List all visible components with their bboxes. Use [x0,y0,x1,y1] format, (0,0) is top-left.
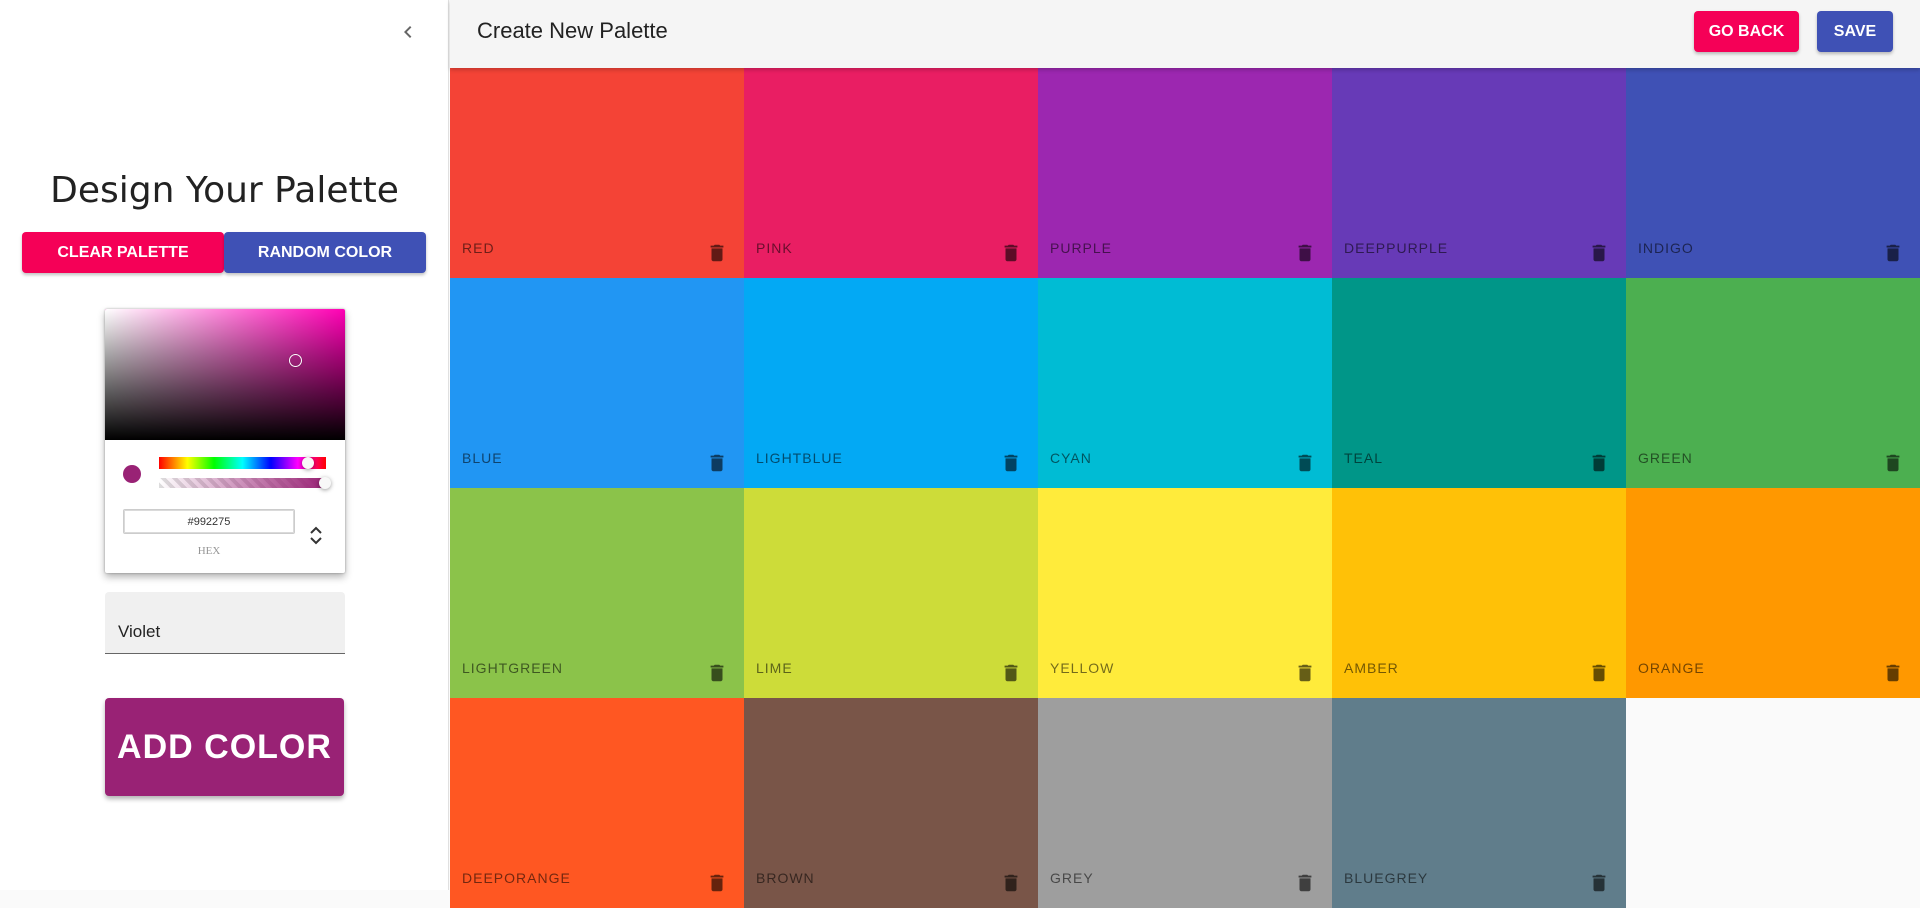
random-color-button[interactable]: RANDOM COLOR [224,232,426,273]
color-box[interactable]: lightblue [744,278,1038,488]
delete-icon[interactable] [1000,242,1022,264]
color-box-name: lime [756,660,793,676]
color-box-name: purple [1050,240,1113,256]
color-name-field[interactable] [105,592,345,654]
color-name-input[interactable] [118,622,328,642]
color-box[interactable]: red [450,68,744,278]
color-box-name: indigo [1638,240,1694,256]
unfold-toggle-icon[interactable] [308,523,324,547]
clear-palette-button[interactable]: CLEAR PALETTE [22,232,224,273]
color-box-name: deeporange [462,870,571,886]
color-box[interactable]: deeporange [450,698,744,908]
add-color-button[interactable]: ADD COLOR [105,698,344,796]
color-box-name: yellow [1050,660,1115,676]
delete-icon[interactable] [1588,452,1610,474]
delete-icon[interactable] [1588,872,1610,894]
color-box-name: red [462,240,495,256]
page-title: Create New Palette [477,18,668,43]
color-box-name: amber [1344,660,1399,676]
color-box[interactable]: pink [744,68,1038,278]
delete-icon[interactable] [1000,872,1022,894]
color-box-name: blue [462,450,503,466]
delete-icon[interactable] [1588,242,1610,264]
chevron-left-icon[interactable] [396,20,420,44]
app-bar: Create New Palette GO BACK SAVE [450,0,1920,68]
delete-icon[interactable] [1882,242,1904,264]
delete-icon[interactable] [1882,662,1904,684]
delete-icon[interactable] [1294,872,1316,894]
hex-input[interactable] [123,509,295,534]
color-box[interactable]: lightgreen [450,488,744,698]
color-box[interactable]: brown [744,698,1038,908]
color-box-name: orange [1638,660,1705,676]
color-box[interactable]: teal [1332,278,1626,488]
color-box[interactable]: blue [450,278,744,488]
drawer-header [0,0,448,64]
color-box[interactable]: deeppurple [1332,68,1626,278]
color-box[interactable]: bluegrey [1332,698,1626,908]
saturation-area[interactable] [105,309,345,440]
color-box-name: lightgreen [462,660,564,676]
delete-icon[interactable] [706,242,728,264]
delete-icon[interactable] [1294,452,1316,474]
color-box[interactable]: grey [1038,698,1332,908]
color-box-name: grey [1050,870,1094,886]
delete-icon[interactable] [706,452,728,474]
color-box[interactable]: indigo [1626,68,1920,278]
saturation-pointer[interactable] [289,354,302,367]
current-color-swatch [123,465,141,483]
hue-slider-knob[interactable] [302,457,314,469]
delete-icon[interactable] [1000,662,1022,684]
color-box-name: pink [756,240,793,256]
alpha-slider[interactable] [159,477,331,489]
color-picker: HEX [105,309,345,573]
save-button[interactable]: SAVE [1817,11,1893,52]
color-box-name: brown [756,870,815,886]
color-box[interactable]: cyan [1038,278,1332,488]
color-box-name: deeppurple [1344,240,1449,256]
color-box[interactable]: amber [1332,488,1626,698]
hue-slider[interactable] [159,457,326,469]
delete-icon[interactable] [1294,662,1316,684]
color-box-name: teal [1344,450,1384,466]
delete-icon[interactable] [1000,452,1022,474]
color-box-name: cyan [1050,450,1092,466]
delete-icon[interactable] [1294,242,1316,264]
drawer-title: Design Your Palette [50,170,399,211]
hex-label: HEX [197,545,221,557]
color-box-name: lightblue [756,450,843,466]
delete-icon[interactable] [1588,662,1610,684]
color-box-name: green [1638,450,1693,466]
color-box[interactable]: yellow [1038,488,1332,698]
delete-icon[interactable] [706,662,728,684]
color-box[interactable]: lime [744,488,1038,698]
delete-icon[interactable] [1882,452,1904,474]
color-box[interactable]: purple [1038,68,1332,278]
delete-icon[interactable] [706,872,728,894]
alpha-slider-knob[interactable] [319,477,331,489]
palette-drawer: Design Your Palette CLEAR PALETTE RANDOM… [0,0,449,890]
go-back-button[interactable]: GO BACK [1694,11,1799,52]
color-box[interactable]: orange [1626,488,1920,698]
color-box[interactable]: green [1626,278,1920,488]
color-box-name: bluegrey [1344,870,1429,886]
